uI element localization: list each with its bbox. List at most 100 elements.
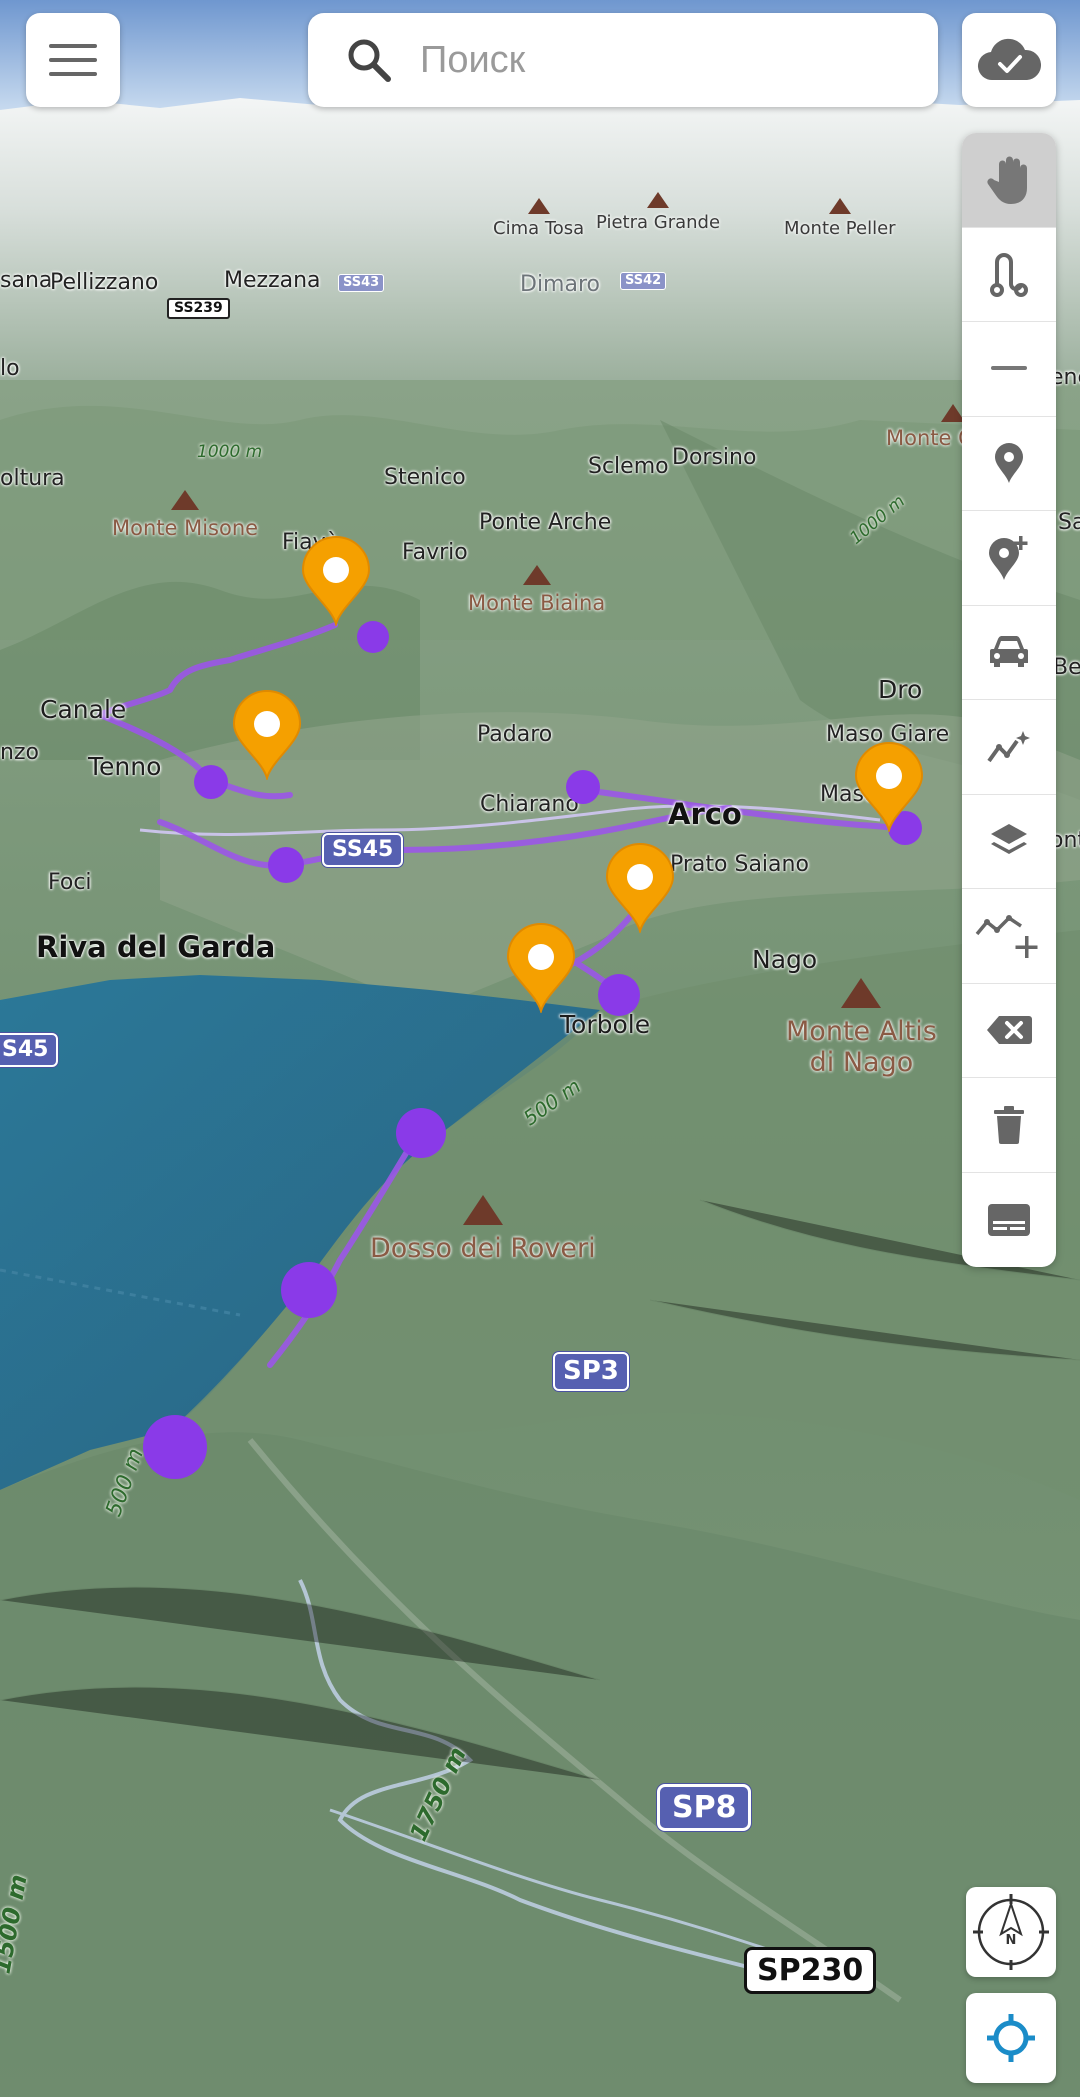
layers-icon <box>991 824 1027 855</box>
peak-monte-peller[interactable]: Monte Peller <box>784 198 896 239</box>
map-toolbar <box>962 133 1056 1267</box>
place-riva-del-garda[interactable]: Riva del Garda <box>36 930 275 964</box>
tool-route[interactable] <box>962 228 1056 322</box>
tool-add-segment[interactable] <box>962 889 1056 984</box>
peak-label: Monte C <box>886 426 973 450</box>
trash-icon <box>994 1105 1024 1144</box>
locate-me-button[interactable] <box>966 1993 1056 2083</box>
road-shield-s45[interactable]: S45 <box>0 1033 59 1068</box>
add-pin-icon <box>989 535 1028 580</box>
map-3d-view[interactable]: Cima Tosa Pietra Grande Monte Peller Mon… <box>0 0 1080 2097</box>
peak-label-line1: Monte Altis <box>786 1016 937 1047</box>
road-shield-sp8[interactable]: SP8 <box>657 1784 752 1831</box>
peak-monte-c[interactable]: Monte C <box>886 404 973 450</box>
road-shield-ss42[interactable]: SS42 <box>620 272 667 291</box>
peak-monte-misone[interactable]: Monte Misone <box>112 490 258 540</box>
search-bar[interactable]: Поиск <box>308 13 938 107</box>
place-canale[interactable]: Canale <box>40 695 126 724</box>
map-pin-icon[interactable] <box>605 843 675 933</box>
road-shield-ss239[interactable]: SS239 <box>167 298 230 320</box>
tool-zoom-out[interactable] <box>962 322 1056 417</box>
backspace-icon <box>987 1016 1032 1045</box>
compass-north-label: N <box>1006 1933 1017 1948</box>
peak-label: Pietra Grande <box>596 212 721 233</box>
place-chiarano[interactable]: Chiarano <box>480 792 579 817</box>
place-sa[interactable]: Sa <box>1058 510 1080 535</box>
tool-add-pin[interactable] <box>962 511 1056 606</box>
peak-label: Monte Biaina <box>468 591 606 615</box>
place-dorsino[interactable]: Dorsino <box>672 445 756 470</box>
peak-monte-biaina[interactable]: Monte Biaina <box>468 565 605 615</box>
tool-delete[interactable] <box>962 1078 1056 1173</box>
tool-undo-point[interactable] <box>962 984 1056 1078</box>
place-prato-saiano[interactable]: Prato Saiano <box>670 852 809 877</box>
place-tenno[interactable]: Tenno <box>88 752 161 781</box>
peak-dosso-dei-roveri[interactable]: Dosso dei Roveri <box>370 1195 596 1264</box>
place-dimaro[interactable]: Dimaro <box>520 272 600 297</box>
locate-icon <box>987 2014 1035 2062</box>
place-ponte-arche[interactable]: Ponte Arche <box>479 510 611 535</box>
search-icon <box>348 39 391 82</box>
place-pellizzano[interactable]: Pellizzano <box>50 270 158 295</box>
peak-label-line2: di Nago <box>809 1047 914 1078</box>
minus-icon <box>991 365 1027 370</box>
peak-label: Monte Misone <box>112 516 259 540</box>
road-shield-sp230[interactable]: SP230 <box>744 1947 877 1994</box>
place-nzo[interactable]: nzo <box>0 740 39 765</box>
road-shield-ss43[interactable]: SS43 <box>338 274 385 293</box>
tool-pan[interactable] <box>962 133 1056 228</box>
map-pin-icon <box>995 443 1023 484</box>
peak-pietra-grande[interactable]: Pietra Grande <box>596 192 720 233</box>
compass-button[interactable]: N <box>966 1887 1056 1977</box>
peak-label: Cima Tosa <box>493 218 585 239</box>
place-torbole[interactable]: Torbole <box>560 1010 650 1039</box>
place-mezzana[interactable]: Mezzana <box>224 268 321 293</box>
route-waypoint[interactable] <box>396 1108 446 1158</box>
place-arco[interactable]: Arco <box>668 797 742 831</box>
map-pin-icon[interactable] <box>301 536 371 626</box>
peak-cima-tosa[interactable]: Cima Tosa <box>493 198 584 239</box>
tool-layers[interactable] <box>962 795 1056 889</box>
place-sclemo[interactable]: Sclemo <box>588 454 669 479</box>
compass-icon: N <box>973 1894 1049 1970</box>
place-sana[interactable]: sana <box>0 268 52 293</box>
place-foci[interactable]: Foci <box>48 870 92 895</box>
peak-label: Monte Peller <box>784 218 896 239</box>
road-shield-ss45[interactable]: SS45 <box>322 833 404 868</box>
tool-elevation-profile[interactable] <box>962 1173 1056 1268</box>
menu-button[interactable] <box>26 13 120 107</box>
place-be[interactable]: Be <box>1053 655 1080 680</box>
magic-route-icon <box>987 730 1030 762</box>
route-waypoint[interactable] <box>143 1415 207 1479</box>
hand-pan-icon <box>987 156 1027 204</box>
map-pin-icon[interactable] <box>854 742 924 832</box>
map-pin-icon[interactable] <box>232 690 302 780</box>
road-shield-sp3[interactable]: SP3 <box>553 1352 629 1391</box>
cloud-sync-button[interactable] <box>962 13 1056 107</box>
place-padaro[interactable]: Padaro <box>477 722 552 747</box>
route-icon <box>990 253 1028 298</box>
contour-label: 1000 m <box>197 442 263 462</box>
hamburger-menu-icon <box>49 44 97 76</box>
peak-monte-altissimo[interactable]: Monte Altis di Nago <box>786 978 937 1078</box>
tool-pin[interactable] <box>962 417 1056 511</box>
route-waypoint[interactable] <box>281 1262 337 1318</box>
route-waypoint[interactable] <box>566 770 600 804</box>
place-favrio[interactable]: Favrio <box>402 540 468 565</box>
place-lo[interactable]: lo <box>0 356 20 381</box>
add-segment-icon <box>975 914 1038 958</box>
tool-driving[interactable] <box>962 606 1056 700</box>
place-nago[interactable]: Nago <box>752 945 817 974</box>
place-stenico[interactable]: Stenico <box>384 465 466 490</box>
route-waypoint[interactable] <box>598 974 640 1016</box>
map-pin-icon[interactable] <box>506 923 576 1013</box>
profile-card-icon <box>988 1203 1030 1236</box>
route-waypoint[interactable] <box>268 847 304 883</box>
route-waypoint[interactable] <box>194 765 228 799</box>
tool-auto-route[interactable] <box>962 700 1056 795</box>
peak-label: Dosso dei Roveri <box>370 1233 596 1264</box>
car-icon <box>990 636 1028 668</box>
search-placeholder: Поиск <box>420 38 526 81</box>
place-dro[interactable]: Dro <box>878 675 922 704</box>
place-oltura[interactable]: oltura <box>0 466 65 491</box>
